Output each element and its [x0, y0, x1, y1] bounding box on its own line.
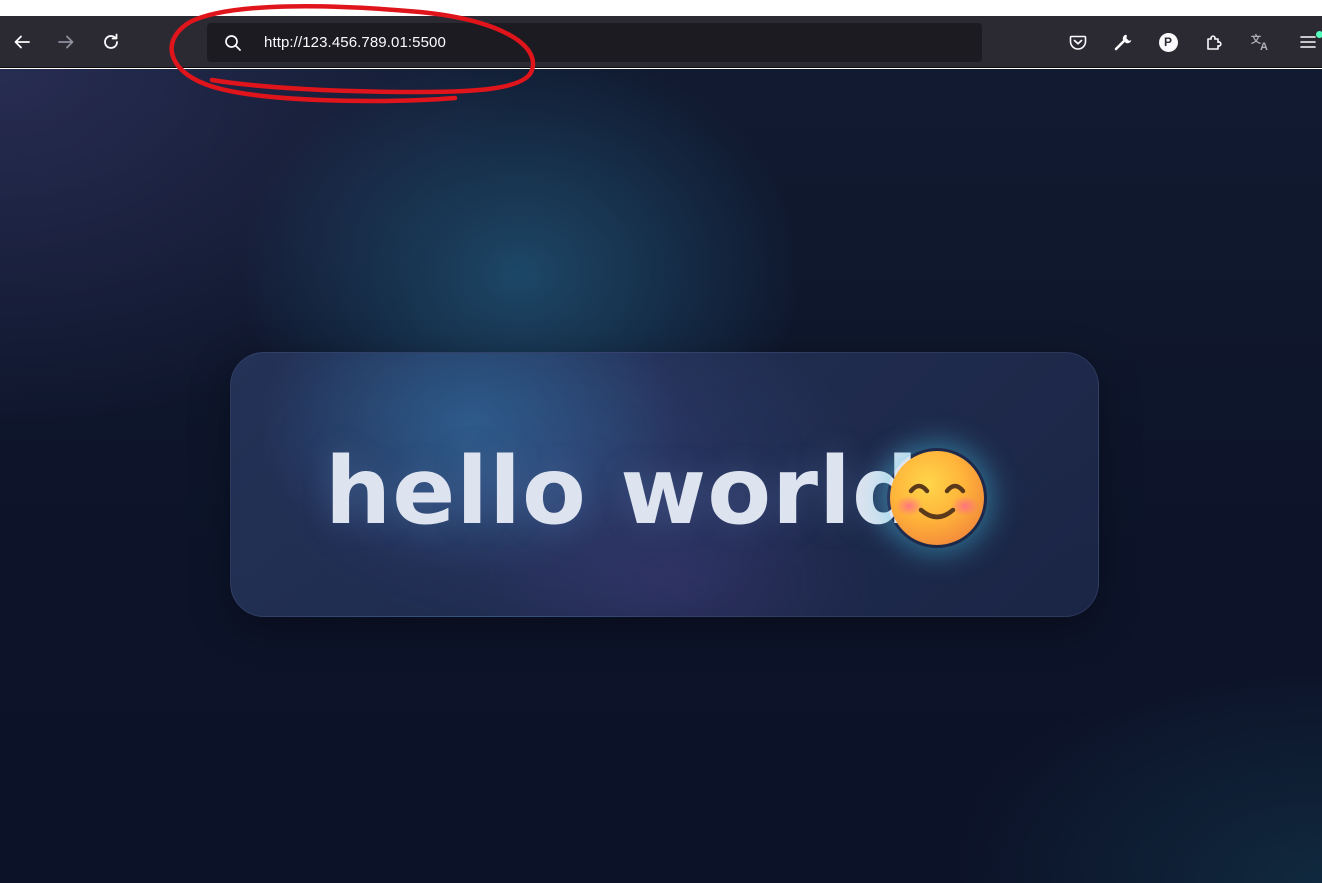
pocket-icon	[1069, 35, 1087, 50]
window-top-strip	[0, 0, 1322, 16]
reload-button[interactable]	[93, 24, 129, 60]
search-icon	[225, 35, 241, 51]
back-arrow-icon	[14, 35, 30, 49]
wrench-icon	[1114, 34, 1132, 51]
forward-button[interactable]	[48, 24, 84, 60]
puzzle-icon	[1207, 35, 1222, 50]
pocket-button[interactable]	[1060, 24, 1096, 60]
profile-button[interactable]: P	[1150, 24, 1186, 60]
translate-icon: 文 A	[1251, 33, 1268, 52]
forward-arrow-icon	[58, 35, 74, 49]
update-badge	[1316, 31, 1322, 38]
smiling-face-emoji	[887, 448, 987, 548]
tools-button[interactable]	[1105, 24, 1141, 60]
translate-button[interactable]: 文 A	[1243, 24, 1279, 60]
extensions-button[interactable]	[1196, 24, 1232, 60]
greeting-heading: hello world	[325, 437, 920, 545]
svg-text:A: A	[1260, 41, 1268, 52]
reload-icon	[104, 33, 118, 49]
app-menu-button[interactable]	[1290, 24, 1322, 60]
greeting-card: hello world	[230, 352, 1099, 617]
browser-toolbar: P 文 A	[0, 16, 1322, 68]
profile-icon: P	[1158, 32, 1178, 52]
address-bar[interactable]	[207, 23, 982, 62]
page-viewport: hello world	[0, 69, 1322, 883]
url-input[interactable]	[264, 23, 864, 62]
back-button[interactable]	[4, 24, 40, 60]
hamburger-menu-icon	[1300, 36, 1316, 48]
